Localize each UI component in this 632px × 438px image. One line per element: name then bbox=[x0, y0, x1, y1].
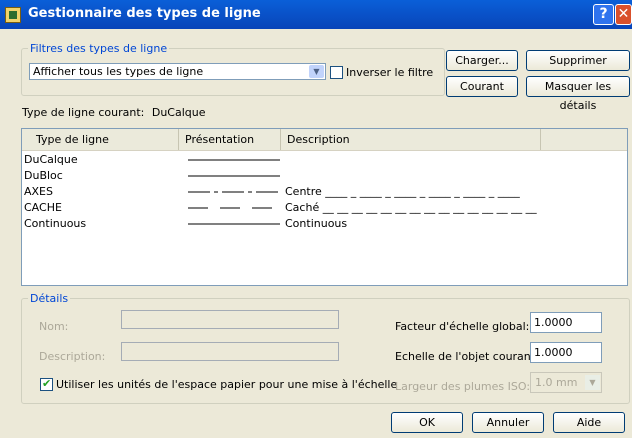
pen-width-select: 1.0 mm ▼ bbox=[530, 372, 602, 393]
list-item[interactable]: DuCalque bbox=[22, 153, 627, 167]
header-extra bbox=[541, 129, 627, 150]
filter-select[interactable]: Afficher tous les types de ligne ▼ bbox=[29, 63, 326, 80]
filters-legend: Filtres des types de ligne bbox=[28, 42, 170, 55]
linetype-description: Centre ____ _ ____ _ ____ _ ____ _ ____ … bbox=[285, 185, 520, 198]
window-title: Gestionnaire des types de ligne bbox=[28, 6, 261, 21]
ok-button[interactable]: OK bbox=[391, 412, 463, 433]
invert-filter-label: Inverser le filtre bbox=[346, 66, 434, 79]
current-linetype-label: Type de ligne courant: bbox=[22, 106, 145, 119]
linetype-name: DuCalque bbox=[24, 153, 78, 166]
pen-width-label: Largeur des plumes ISO: bbox=[395, 380, 531, 393]
linetype-preview bbox=[188, 207, 280, 209]
linetype-name: Continuous bbox=[24, 217, 87, 230]
linetype-preview bbox=[188, 191, 280, 193]
name-field[interactable] bbox=[121, 310, 339, 329]
list-item[interactable]: AXES Centre ____ _ ____ _ ____ _ ____ _ … bbox=[22, 185, 627, 199]
list-item[interactable]: DuBloc bbox=[22, 169, 627, 183]
header-presentation[interactable]: Présentation bbox=[179, 129, 281, 150]
paperspace-units-checkbox[interactable] bbox=[40, 377, 53, 391]
invert-filter-checkbox[interactable] bbox=[330, 66, 343, 79]
chevron-down-icon: ▼ bbox=[585, 375, 600, 390]
header-description[interactable]: Description bbox=[281, 129, 541, 150]
linetype-name: DuBloc bbox=[24, 169, 63, 182]
hide-details-button[interactable]: Masquer les détails bbox=[526, 76, 630, 112]
linetype-preview bbox=[188, 159, 280, 161]
pen-width-value: 1.0 mm bbox=[535, 376, 578, 389]
description-label: Description: bbox=[39, 350, 106, 363]
delete-button[interactable]: Supprimer bbox=[526, 50, 630, 71]
current-linetype-value: DuCalque bbox=[151, 106, 206, 119]
cancel-button[interactable]: Annuler bbox=[472, 412, 544, 433]
object-scale-label: Echelle de l'objet courant: bbox=[395, 350, 539, 363]
filter-select-value: Afficher tous les types de ligne bbox=[33, 65, 204, 78]
close-icon[interactable]: ✕ bbox=[615, 4, 632, 25]
header-linetype[interactable]: Type de ligne bbox=[24, 129, 179, 150]
linetype-description: Continuous bbox=[285, 217, 348, 230]
help-icon[interactable]: ? bbox=[593, 4, 614, 25]
list-item[interactable]: Continuous Continuous bbox=[22, 217, 627, 231]
help-button[interactable]: Aide bbox=[553, 412, 625, 433]
list-header: Type de ligne Présentation Description bbox=[22, 129, 627, 151]
description-field[interactable] bbox=[121, 342, 339, 361]
list-item[interactable]: CACHE Caché __ __ __ __ __ __ __ __ __ _… bbox=[22, 201, 627, 215]
linetype-name: CACHE bbox=[24, 201, 62, 214]
title-bar: Gestionnaire des types de ligne ? ✕ bbox=[0, 0, 632, 29]
load-button[interactable]: Charger... bbox=[446, 50, 518, 71]
linetype-name: AXES bbox=[24, 185, 53, 198]
details-legend: Détails bbox=[28, 292, 71, 305]
global-scale-label: Facteur d'échelle global: bbox=[395, 320, 530, 333]
linetype-description: Caché __ __ __ __ __ __ __ __ __ __ __ _… bbox=[285, 201, 537, 214]
current-linetype: Type de ligne courant: DuCalque bbox=[22, 106, 206, 119]
linetype-preview bbox=[188, 223, 280, 225]
app-icon bbox=[5, 7, 21, 23]
chevron-down-icon[interactable]: ▼ bbox=[309, 65, 324, 78]
linetype-preview bbox=[188, 175, 280, 177]
global-scale-input[interactable]: 1.0000 bbox=[530, 312, 602, 333]
current-button[interactable]: Courant bbox=[446, 76, 518, 97]
object-scale-input[interactable]: 1.0000 bbox=[530, 342, 602, 363]
paperspace-units-label: Utiliser les unités de l'espace papier p… bbox=[56, 378, 398, 391]
name-label: Nom: bbox=[39, 320, 69, 333]
linetype-list[interactable]: Type de ligne Présentation Description D… bbox=[21, 128, 628, 286]
